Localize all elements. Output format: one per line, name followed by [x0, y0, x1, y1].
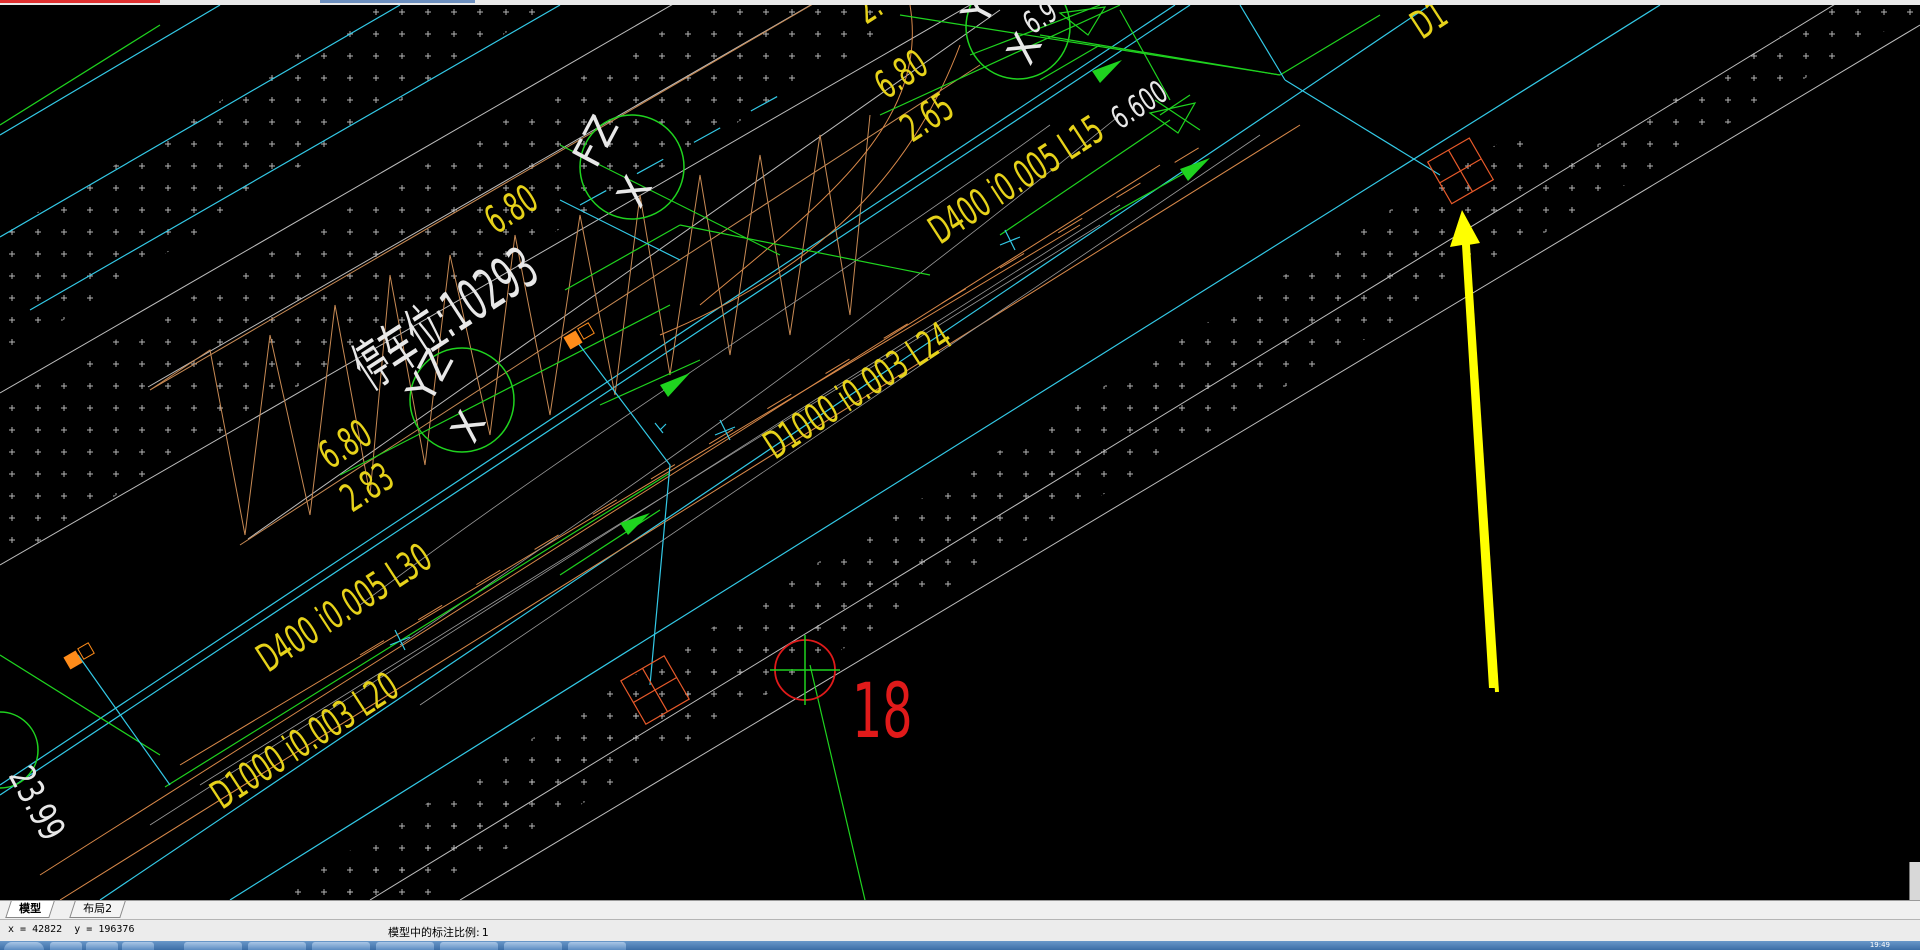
pipe-d1000-a: D1000 i0.003 L20 [202, 663, 406, 818]
status-bar: x = 42822 y = 196376 模型中的标注比例: 1 [0, 919, 1920, 942]
start-button[interactable] [4, 942, 44, 950]
y-coordinate: 196376 [98, 924, 135, 935]
taskbar-app-8[interactable] [440, 942, 498, 950]
elev-left: 23.99 [0, 759, 74, 847]
taskbar-app-2[interactable] [86, 942, 118, 950]
coordinate-readout: x = 42822 y = 196376 [8, 924, 135, 935]
pipe-label-top-right: D1 [1402, 5, 1455, 48]
taskbar-app-9[interactable] [504, 942, 562, 950]
taskbar-app-1[interactable] [50, 942, 82, 950]
taskbar-app-10[interactable] [568, 942, 626, 950]
tab-model[interactable]: 模型 [5, 901, 55, 918]
annotation-scale-label: 模型中的标注比例: [388, 926, 480, 939]
taskbar-app-6[interactable] [312, 942, 370, 950]
tab-layout2[interactable]: 布局2 [69, 901, 126, 918]
node-number: 18 [852, 666, 913, 755]
taskbar-app-7[interactable] [376, 942, 434, 950]
annotation-scale-value: 1 [481, 926, 489, 939]
taskbar-clock: 19:49 [1869, 941, 1890, 949]
taskbar-app-3[interactable] [122, 942, 154, 950]
selected-toolbar-segment [320, 0, 475, 3]
layout-tab-bar: 模型 布局2 [0, 900, 1920, 919]
os-taskbar: 19:49 [0, 941, 1920, 950]
elev-dim: 6.600 [1105, 74, 1175, 137]
pipe-d1000-b: D1000 i0.003 L24 [755, 313, 959, 468]
annotation-scale[interactable]: 模型中的标注比例: 1 [388, 924, 491, 940]
x-coordinate: 42822 [32, 924, 63, 935]
yz-label-bottom: X [442, 404, 495, 450]
title-accent [0, 0, 160, 3]
taskbar-app-5[interactable] [248, 942, 306, 950]
drawing-canvas[interactable]: FZ X YZ X YZ X 停车位:10293 6.80 2.83 6.80 … [0, 5, 1920, 900]
taskbar-app-4[interactable] [184, 942, 242, 950]
cad-drawing[interactable]: FZ X YZ X YZ X 停车位:10293 6.80 2.83 6.80 … [0, 5, 1920, 900]
